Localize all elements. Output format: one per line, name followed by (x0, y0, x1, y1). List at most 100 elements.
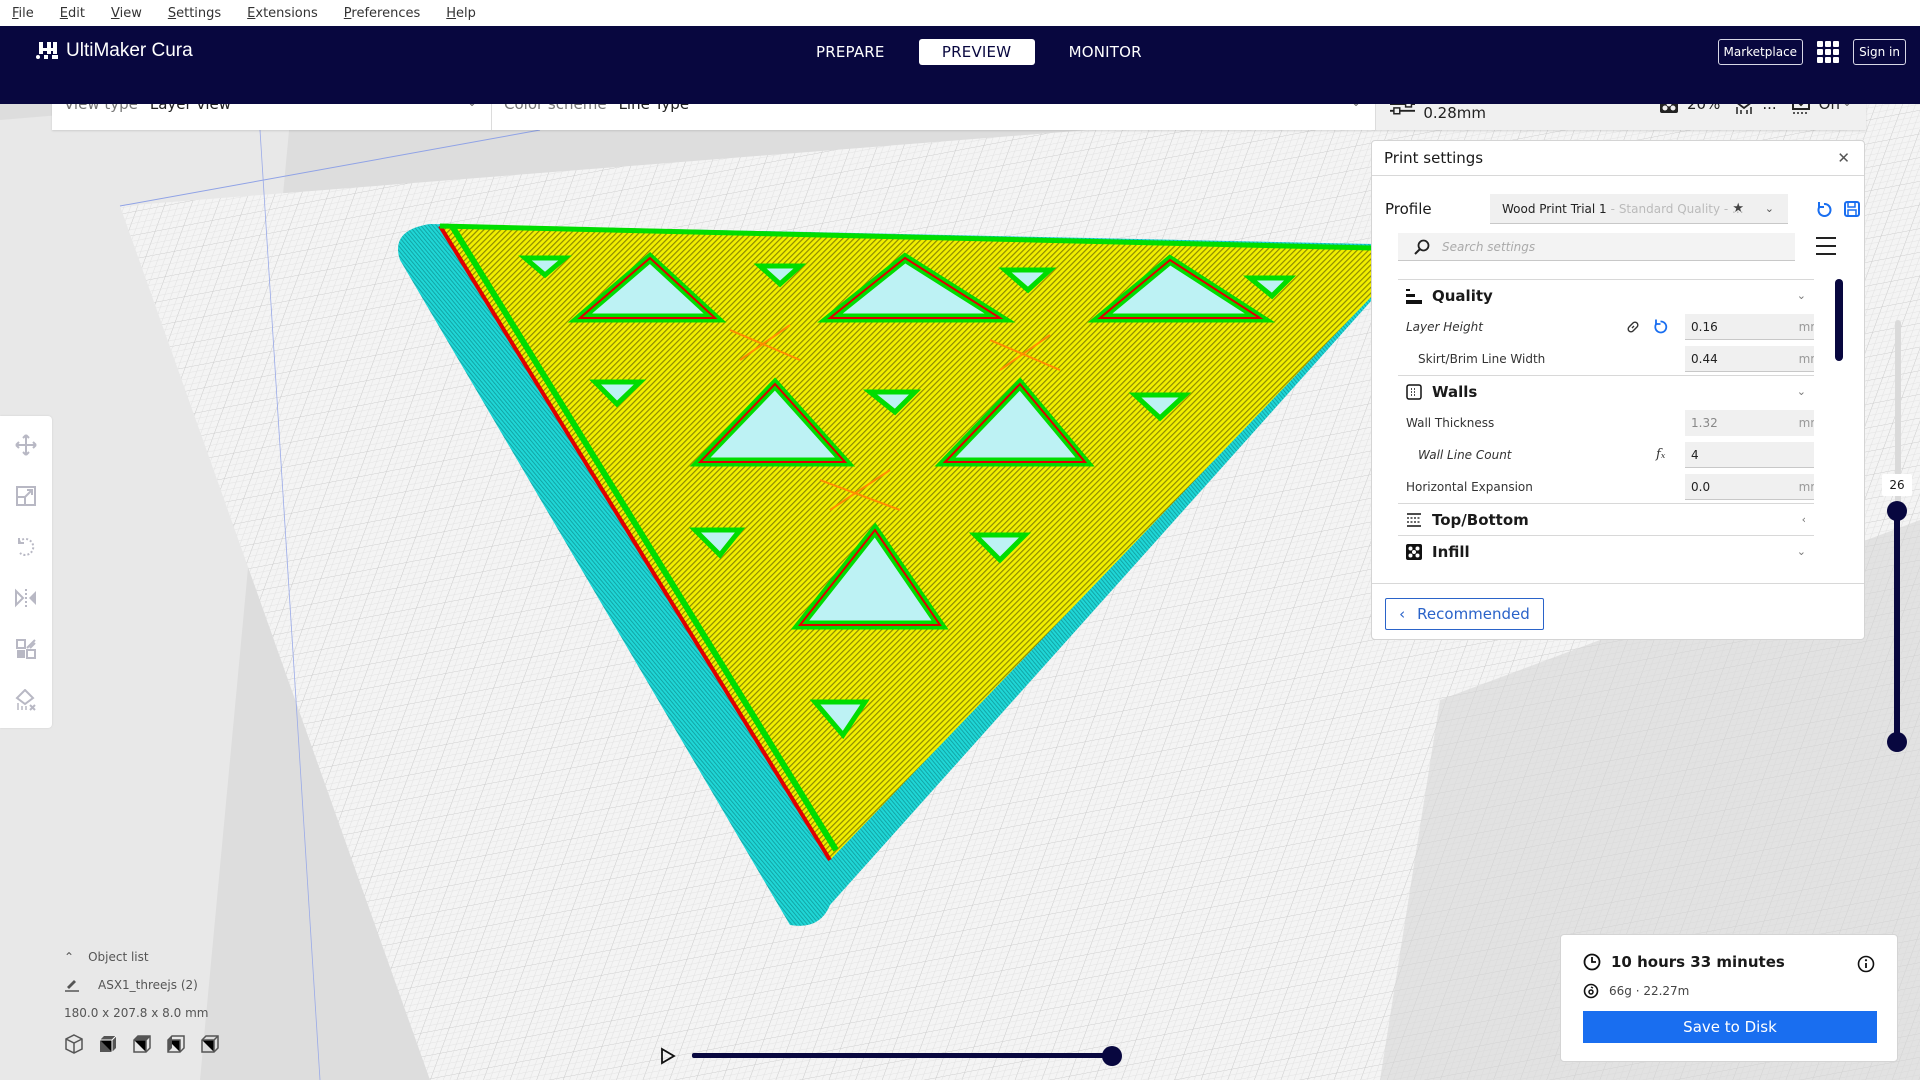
menu-extensions[interactable]: Extensions (247, 6, 318, 21)
object-list-item[interactable]: ASX1_threejs (2) (64, 978, 220, 992)
horizontal-expansion-input[interactable]: 0.0 mm (1685, 474, 1814, 500)
profile-label: Profile (1385, 200, 1432, 218)
setting-wall-thickness: Wall Thickness 1.32 mm (1398, 407, 1814, 439)
object-dimensions: 180.0 x 207.8 x 8.0 mm (64, 1006, 209, 1020)
setting-layer-height: Layer Height 0.16 mm (1398, 311, 1814, 343)
per-model-settings-icon[interactable] (13, 636, 39, 662)
wall-thickness-input[interactable]: 1.32 mm (1685, 410, 1814, 436)
chevron-left-icon: ‹ (1399, 605, 1406, 623)
category-quality[interactable]: Quality ⌄ (1398, 279, 1814, 311)
tab-monitor[interactable]: MONITOR (1043, 39, 1168, 65)
print-time: 10 hours 33 minutes (1583, 953, 1785, 971)
menu-preferences[interactable]: Preferences (344, 6, 420, 21)
sign-in-button[interactable]: Sign in (1853, 39, 1906, 65)
layer-slider-lower-handle[interactable] (1887, 732, 1907, 752)
sliders-icon (1390, 104, 1416, 115)
view-type-value: Layer view (149, 104, 232, 113)
print-settings-panel: Print settings ✕ Profile Wood Print Tria… (1371, 140, 1865, 640)
front-view-icon[interactable] (98, 1034, 118, 1054)
setting-horizontal-expansion: Horizontal Expansion 0.0 mm (1398, 471, 1814, 503)
app-name: UltiMaker Cura (66, 40, 193, 61)
camera-view-buttons (64, 1034, 220, 1054)
chevron-down-icon: ⌄ (1351, 104, 1361, 109)
menu-settings[interactable]: Settings (168, 6, 221, 21)
adhesion-icon (1791, 104, 1810, 114)
view-type-dropdown[interactable]: View type Layer view ⌄ (52, 104, 492, 130)
current-layer-label[interactable]: 26 (1882, 474, 1912, 496)
play-icon[interactable] (660, 1047, 676, 1065)
menu-bar: File Edit View Settings Extensions Prefe… (0, 0, 1920, 26)
settings-list: Quality ⌄ Layer Height 0.16 mm Skirt/Bri… (1398, 279, 1814, 582)
view-toolbar: View type Layer view ⌄ Color scheme Line… (52, 104, 1866, 130)
search-settings-input[interactable] (1442, 239, 1742, 254)
menu-file[interactable]: File (12, 6, 34, 21)
save-to-disk-button[interactable]: Save to Disk (1583, 1011, 1877, 1043)
chevron-down-icon: ⌄ (1842, 104, 1852, 109)
top-view-icon[interactable] (132, 1034, 152, 1054)
info-icon[interactable] (1857, 955, 1875, 977)
skirt-brim-line-width-input[interactable]: 0.44 mm (1685, 346, 1814, 372)
close-icon[interactable]: ✕ (1837, 149, 1850, 167)
save-profile-icon[interactable] (1844, 201, 1860, 221)
mirror-tool-icon[interactable] (13, 585, 39, 611)
simulation-slider-track[interactable] (692, 1053, 1112, 1058)
3d-view-icon[interactable] (64, 1034, 84, 1054)
color-scheme-value: Line Type (618, 104, 690, 113)
menu-help[interactable]: Help (446, 6, 476, 21)
pencil-icon (65, 980, 79, 992)
move-tool-icon[interactable] (13, 432, 39, 458)
print-settings-footer: ‹ Recommended (1372, 583, 1864, 639)
tool-panel (0, 416, 52, 728)
object-list-toggle[interactable]: ⌃ Object list (64, 950, 220, 964)
recommended-button[interactable]: ‹ Recommended (1385, 598, 1544, 630)
infill-summary: 20% (1659, 104, 1720, 114)
tab-prepare[interactable]: PREPARE (790, 39, 911, 65)
app-header: UltiMaker Cura PREPARE PREVIEW MONITOR M… (0, 26, 1920, 104)
reset-setting-icon[interactable] (1653, 319, 1668, 339)
link-icon[interactable] (1625, 319, 1641, 339)
header-actions: Marketplace Sign in (1717, 39, 1906, 65)
search-box (1398, 233, 1795, 261)
chevron-left-icon: ‹ (1801, 513, 1806, 526)
profile-quality: - Standard Quality - ... (1610, 201, 1744, 216)
settings-scrollbar[interactable] (1835, 279, 1843, 361)
chevron-down-icon: ⌄ (467, 104, 477, 109)
menu-edit[interactable]: Edit (60, 6, 85, 21)
left-view-icon[interactable] (166, 1034, 186, 1054)
reset-profile-icon[interactable] (1816, 201, 1832, 223)
support-blocker-icon[interactable] (13, 687, 39, 713)
layer-slider-upper-handle[interactable] (1887, 501, 1907, 521)
print-setup-selector[interactable]: Wood Print Tri...ality - 0.28mm 20% ... … (1376, 104, 1866, 130)
profile-dropdown[interactable]: Wood Print Trial 1 - Standard Quality - … (1490, 194, 1788, 224)
wall-line-count-input[interactable]: 4 (1685, 442, 1814, 468)
menu-view[interactable]: View (111, 6, 142, 21)
marketplace-button[interactable]: Marketplace (1717, 39, 1804, 65)
chevron-down-icon: ⌄ (1796, 289, 1806, 302)
color-scheme-dropdown[interactable]: Color scheme Line Type ⌄ (492, 104, 1376, 130)
app-logo: UltiMaker Cura (36, 40, 193, 62)
apps-grid-icon[interactable] (1817, 41, 1840, 63)
simulation-slider-handle[interactable] (1102, 1046, 1122, 1066)
print-summary-panel: 10 hours 33 minutes 66g · 22.27m Save to… (1560, 934, 1898, 1062)
category-walls[interactable]: Walls ⌄ (1398, 375, 1814, 407)
object-list: ⌃ Object list ASX1_threejs (2) 180.0 x 2… (64, 950, 220, 1054)
adhesion-summary: On (1791, 104, 1840, 115)
category-top-bottom[interactable]: Top/Bottom ‹ (1398, 503, 1814, 535)
support-summary: ... (1734, 104, 1777, 115)
layer-height-input[interactable]: 0.16 mm (1685, 314, 1814, 340)
chevron-down-icon: ⌄ (1796, 545, 1806, 558)
setting-wall-line-count: Wall Line Count fₓ 4 (1398, 439, 1814, 471)
chevron-down-icon: ⌄ (1764, 202, 1774, 215)
search-row (1398, 233, 1858, 263)
right-view-icon[interactable] (200, 1034, 220, 1054)
category-infill[interactable]: Infill ⌄ (1398, 535, 1814, 567)
rotate-tool-icon[interactable] (13, 534, 39, 560)
profile-row: Profile Wood Print Trial 1 - Standard Qu… (1385, 193, 1860, 225)
tab-preview[interactable]: PREVIEW (918, 39, 1035, 65)
scale-tool-icon[interactable] (13, 483, 39, 509)
profile-name: Wood Print Trial 1 (1502, 201, 1607, 216)
infill-icon (1406, 543, 1422, 560)
star-icon: ★ (1732, 201, 1744, 216)
formula-icon[interactable]: fₓ (1656, 447, 1665, 462)
settings-visibility-menu-icon[interactable] (1816, 237, 1838, 261)
